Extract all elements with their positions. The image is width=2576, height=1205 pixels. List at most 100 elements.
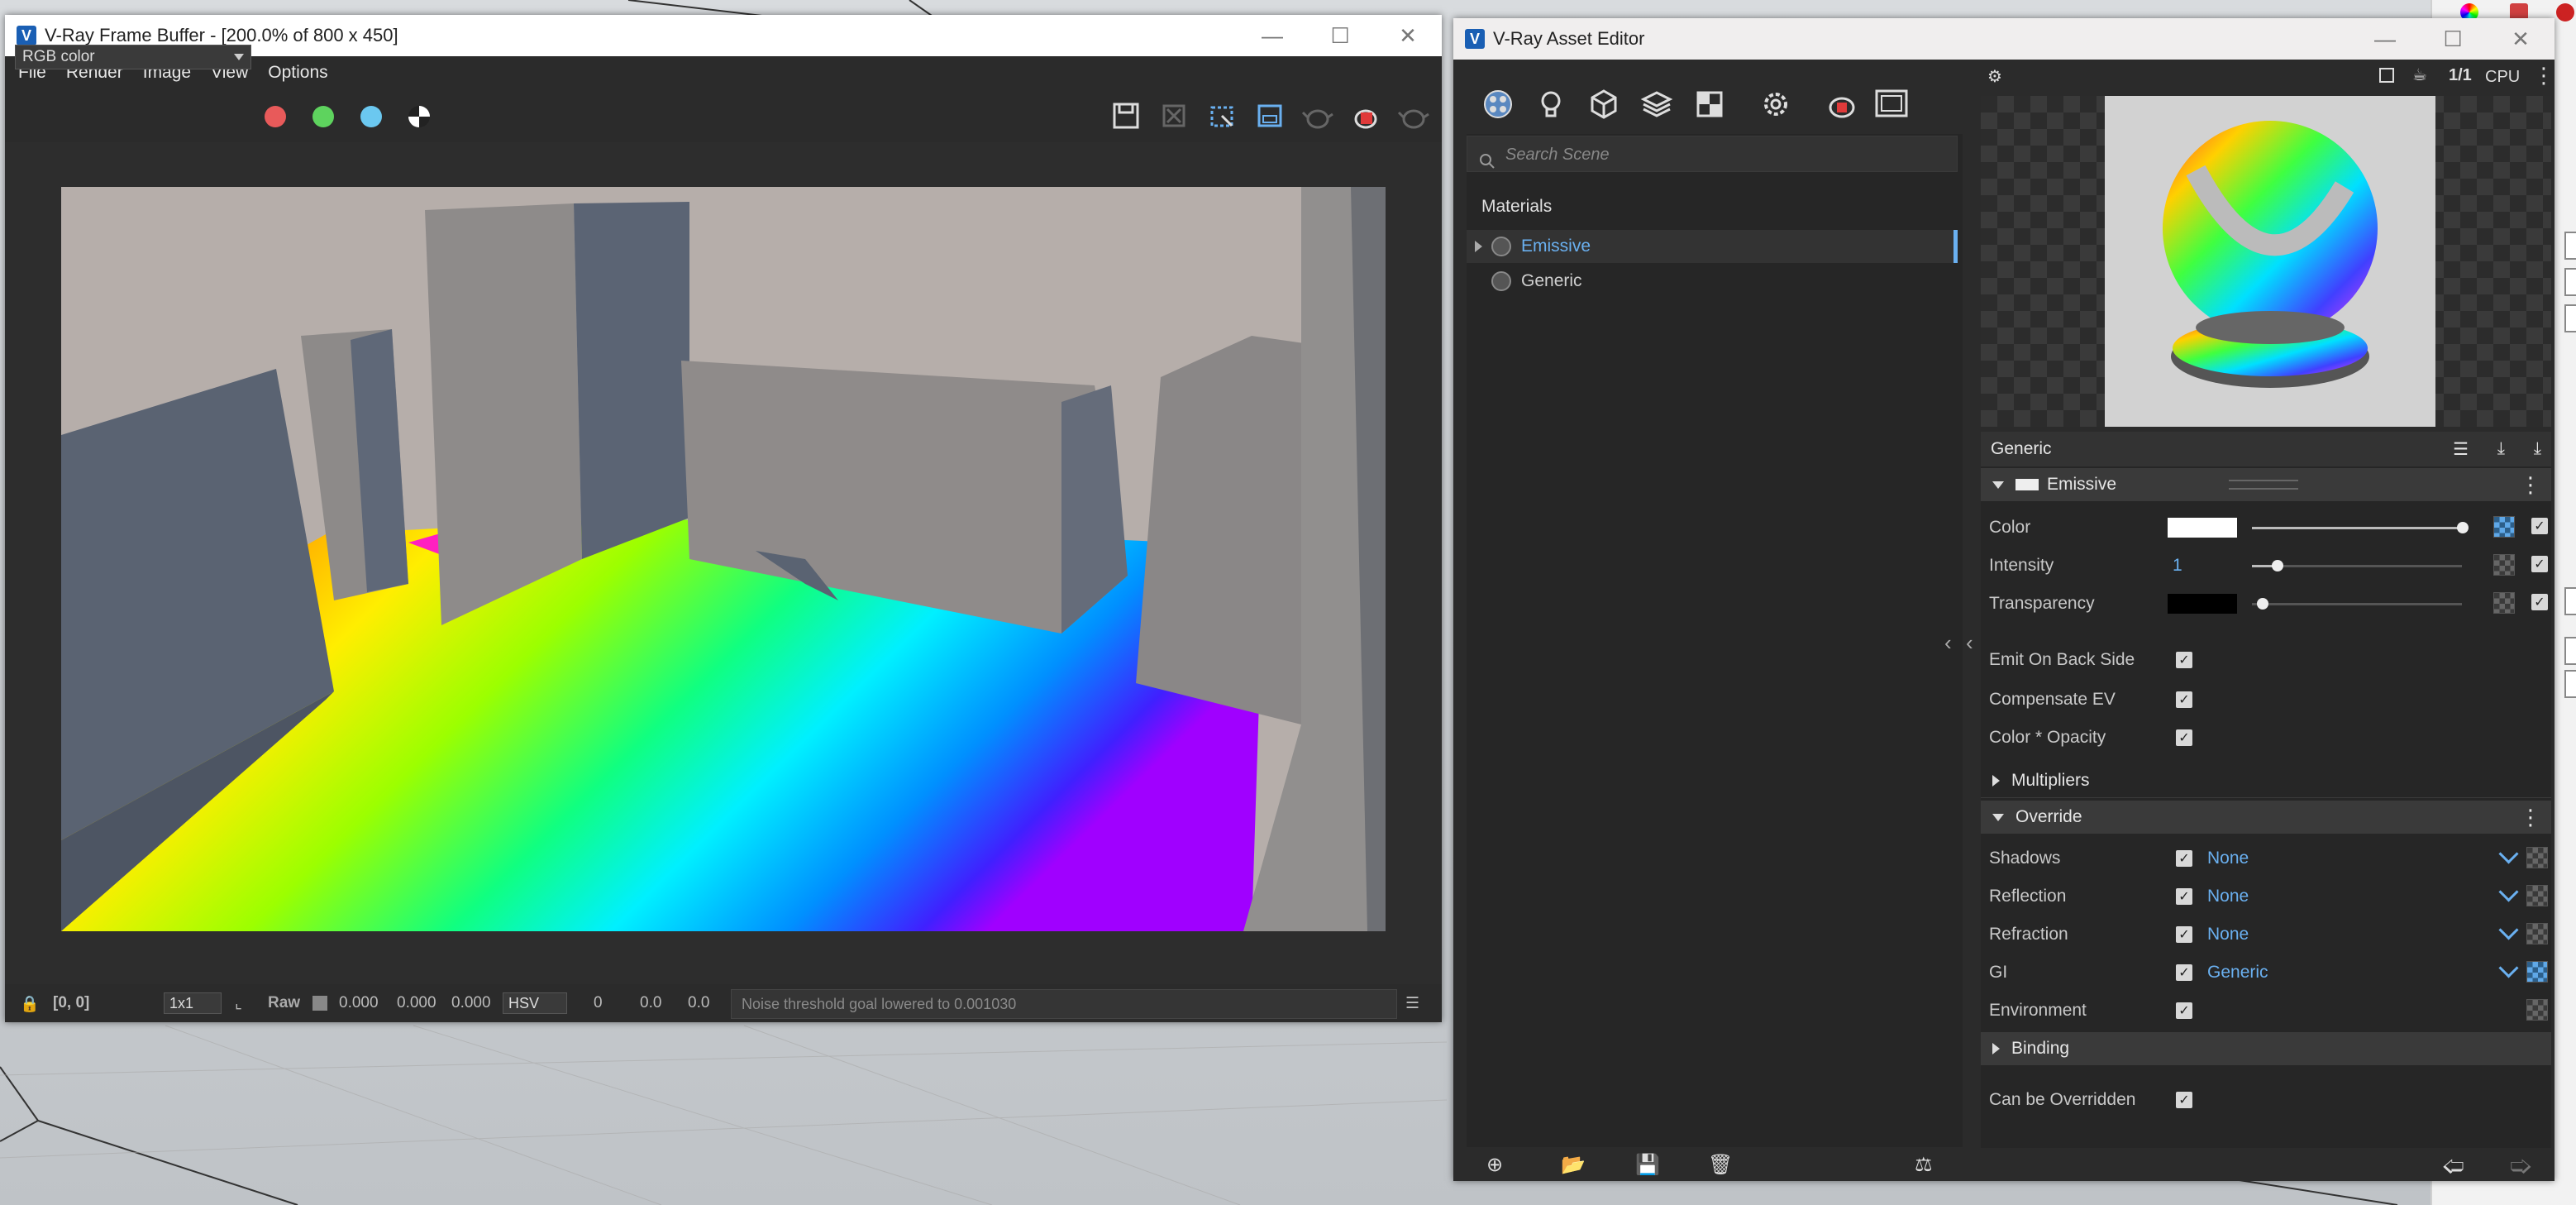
close-button[interactable]: ✕ [2487,18,2555,60]
close-button[interactable]: ✕ [1374,15,1442,56]
adjust-icon[interactable]: ☰ [2453,439,2469,460]
up-arrow-icon[interactable]: 🢡 [2510,1151,2532,1188]
side-field[interactable] [2564,304,2576,332]
render-view-area[interactable] [5,142,1442,984]
red-channel-button[interactable] [265,106,286,127]
list-item-emissive[interactable]: Emissive [1467,230,1958,263]
intensity-map-button[interactable] [2493,554,2515,576]
gi-map-button[interactable] [2526,961,2548,983]
add-asset-icon[interactable]: ⊕ [1486,1153,1503,1177]
track-mouse-icon[interactable] [1252,98,1288,134]
environment-map-button[interactable] [2526,999,2548,1021]
preview-settings-icon[interactable]: ⚙ [1987,66,2002,87]
emit-back-checkbox[interactable]: ✓ [2176,652,2192,668]
stop-render-icon[interactable] [1348,98,1384,134]
side-field[interactable] [2564,268,2576,296]
shadows-map-button[interactable] [2526,847,2548,868]
materials-icon[interactable] [1478,84,1518,124]
globe-icon[interactable] [2556,3,2574,22]
transparency-slider-knob[interactable] [2257,598,2268,610]
refraction-map-button[interactable] [2526,923,2548,944]
refraction-value[interactable]: None [2207,925,2249,944]
maximize-button[interactable]: ☐ [1306,15,1374,56]
maximize-button[interactable]: ☐ [2419,18,2487,60]
chevron-down-icon[interactable] [2498,882,2519,902]
render-teapot-icon[interactable] [1822,84,1862,124]
minimize-button[interactable]: — [1238,15,1306,56]
color-enable-checkbox[interactable]: ✓ [2531,518,2548,534]
reflection-map-button[interactable] [2526,885,2548,906]
intensity-slider[interactable] [2252,565,2462,567]
asset-editor-titlebar[interactable]: V V-Ray Asset Editor — ☐ ✕ [1453,18,2555,60]
import-icon[interactable]: ⤓ [2534,439,2541,459]
shadows-value[interactable]: None [2207,849,2249,868]
preview-ratio[interactable]: 1/1 [2449,66,2472,85]
gi-value[interactable]: Generic [2207,963,2268,983]
add-layer-icon[interactable]: ⤓ [2497,439,2505,459]
shadows-checkbox[interactable]: ✓ [2176,850,2192,867]
color-opacity-checkbox[interactable]: ✓ [2176,729,2192,746]
side-field[interactable] [2564,637,2576,665]
environment-checkbox[interactable]: ✓ [2176,1002,2192,1019]
color-map-button[interactable] [2493,516,2515,538]
transparency-swatch[interactable] [2168,594,2237,614]
section-binding[interactable]: Binding [1981,1032,2551,1065]
preview-shape-icon[interactable] [2379,68,2394,83]
channel-select[interactable]: RGB color [15,45,251,69]
zoom-select[interactable]: 1x1 [164,992,222,1014]
side-field[interactable] [2564,232,2576,260]
color-swatch[interactable] [2168,518,2237,538]
minimize-button[interactable]: — [2351,18,2419,60]
preview-engine[interactable]: CPU [2485,68,2520,87]
open-folder-icon[interactable]: 📂 [1561,1153,1586,1177]
refraction-checkbox[interactable]: ✓ [2176,926,2192,943]
purge-icon[interactable]: ⚖ [1915,1153,1933,1177]
geometry-icon[interactable] [1584,84,1624,124]
log-icon[interactable]: ☰ [1405,994,1419,1013]
preview-scene-icon[interactable]: ☕ [2412,65,2427,85]
search-input[interactable]: Search Scene [1467,136,1958,172]
gi-checkbox[interactable]: ✓ [2176,964,2192,981]
color-mode-select[interactable]: HSV [503,992,567,1014]
chevron-down-icon[interactable] [2498,844,2519,864]
drag-handle[interactable] [2229,480,2298,490]
settings-icon[interactable] [1756,84,1796,124]
transparency-enable-checkbox[interactable]: ✓ [2531,594,2548,610]
curve-icon[interactable]: ⌞ [235,994,242,1013]
delete-icon[interactable]: 🗑 [1708,1153,1733,1177]
intensity-slider-knob[interactable] [2272,560,2283,571]
section-multipliers[interactable]: Multipliers [1981,764,2551,798]
clear-image-icon[interactable] [1156,98,1192,134]
collapse-right-icon[interactable]: ‹ [1966,630,1973,656]
layers-icon[interactable] [1637,84,1677,124]
intensity-enable-checkbox[interactable]: ✓ [2531,556,2548,572]
section-emissive[interactable]: Emissive ⋮ [1981,468,2551,501]
menu-options[interactable]: Options [268,63,327,83]
more-options-icon[interactable]: ⋮ [2533,63,2555,88]
panel-splitter[interactable]: ‹ ‹ [1944,134,1979,1147]
reflection-checkbox[interactable]: ✓ [2176,888,2192,905]
reflection-value[interactable]: None [2207,887,2249,906]
teapot-render-icon[interactable] [1300,98,1336,134]
transparency-map-button[interactable] [2493,592,2515,614]
lights-icon[interactable] [1531,84,1571,124]
collapse-left-icon[interactable]: ‹ [1944,630,1952,656]
can-be-overridden-checkbox[interactable]: ✓ [2176,1092,2192,1108]
chevron-down-icon[interactable] [2498,920,2519,940]
back-arrow-icon[interactable]: 🢠 [2442,1151,2464,1188]
side-field[interactable] [2564,670,2576,698]
intensity-value[interactable]: 1 [2173,556,2182,576]
expand-icon[interactable] [1475,241,1482,252]
more-options-icon[interactable]: ⋮ [2520,472,2541,498]
side-field[interactable] [2564,587,2576,615]
frame-buffer-icon[interactable] [1872,84,1911,124]
color-slider-knob[interactable] [2457,522,2469,533]
compensate-ev-checkbox[interactable]: ✓ [2176,691,2192,708]
save-icon[interactable] [1108,98,1144,134]
lock-icon[interactable]: 🔒 [20,994,40,1014]
transparency-slider[interactable] [2252,603,2462,605]
blue-channel-button[interactable] [360,106,382,127]
color-slider[interactable] [2252,527,2462,529]
chevron-down-icon[interactable] [2498,958,2519,978]
more-options-icon[interactable]: ⋮ [2520,805,2541,830]
